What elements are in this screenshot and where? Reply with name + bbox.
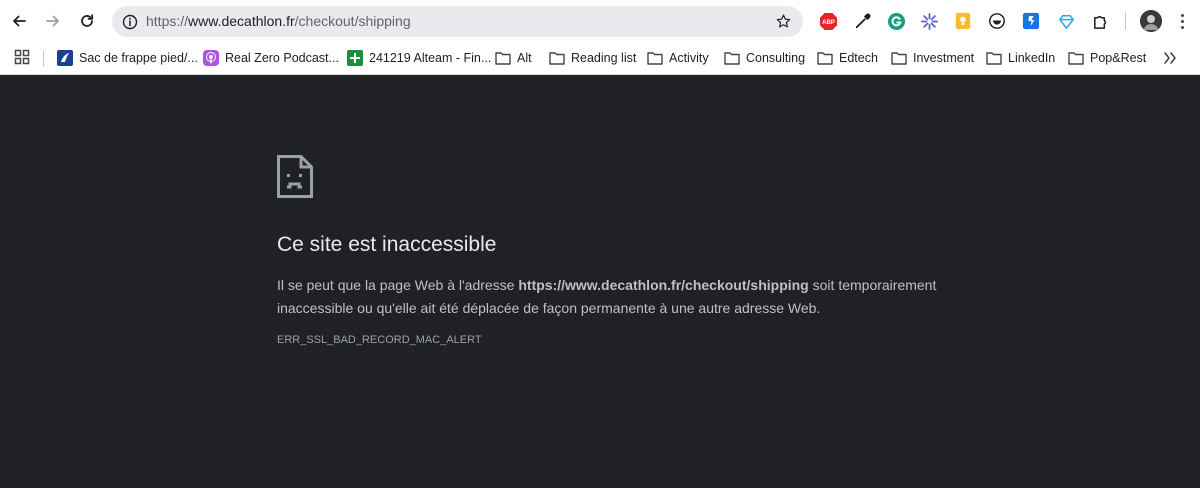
menu-dot-icon	[1180, 19, 1184, 23]
address-bar[interactable]: https://www.decathlon.fr/checkout/shippi…	[112, 6, 803, 37]
menu-dot-icon	[1180, 13, 1184, 17]
bookmarks-bar: Sac de frappe pied/... Real Zero Podcast…	[0, 42, 1200, 75]
sac-favicon	[57, 50, 73, 66]
reload-icon	[81, 14, 94, 27]
profile-avatar[interactable]	[1140, 10, 1162, 32]
apps-grid-icon[interactable]	[14, 49, 30, 65]
bookmark-folder-alt[interactable]: Alt	[495, 47, 532, 69]
bookmarks-divider	[43, 51, 44, 67]
bookmark-label: Alt	[517, 51, 532, 65]
extensions-button[interactable]	[1089, 10, 1111, 32]
keep-icon	[955, 12, 971, 30]
sheets-favicon	[347, 50, 363, 66]
toolbar-divider	[1125, 12, 1126, 30]
info-icon	[122, 14, 137, 29]
eyedropper-extension[interactable]	[852, 10, 874, 32]
url-path: /checkout/shipping	[294, 13, 411, 29]
menu-dot-icon	[1180, 25, 1184, 29]
bookmark-alteam-sheet[interactable]: 241219 Alteam - Fin...	[347, 47, 491, 69]
bookmark-real-zero-podcast[interactable]: Real Zero Podcast...	[203, 47, 339, 69]
forward-button[interactable]	[37, 5, 69, 37]
folder-icon	[549, 50, 565, 66]
folder-icon	[724, 50, 740, 66]
url-prefix: https://	[146, 13, 189, 29]
bookmark-label: Edtech	[839, 51, 878, 65]
avatar-image	[1140, 10, 1162, 32]
error-description: Il se peut que la page Web à l'adresse h…	[277, 274, 937, 320]
url-text[interactable]: https://www.decathlon.fr/checkout/shippi…	[146, 13, 411, 29]
abp-label: ABP	[822, 19, 835, 26]
gem-extension[interactable]	[1055, 10, 1077, 32]
pocket-icon	[989, 13, 1005, 29]
bookmark-label: Real Zero Podcast...	[225, 51, 339, 65]
browser-menu-button[interactable]	[1172, 9, 1192, 33]
url-host: www.decathlon.fr	[188, 13, 295, 29]
more-bookmarks-chevron-icon[interactable]	[1162, 50, 1178, 66]
abp-extension[interactable]: ABP	[817, 10, 839, 32]
folder-icon	[1068, 50, 1084, 66]
site-info-button[interactable]	[116, 8, 143, 35]
forward-arrow-icon	[46, 15, 59, 27]
bolt-icon	[1022, 12, 1040, 30]
folder-icon	[891, 50, 907, 66]
folder-icon	[986, 50, 1002, 66]
bookmark-sac-de-frappe[interactable]: Sac de frappe pied/...	[57, 47, 198, 69]
pocket-extension[interactable]	[986, 10, 1008, 32]
bookmark-label: Reading list	[571, 51, 637, 65]
eyedropper-icon	[855, 13, 871, 29]
back-button[interactable]	[3, 5, 35, 37]
puzzle-icon	[1093, 15, 1106, 29]
bookmark-label: Sac de frappe pied/...	[79, 51, 198, 65]
podcast-favicon	[203, 50, 219, 66]
sad-page-icon	[277, 155, 313, 198]
error-title: Ce site est inaccessible	[277, 233, 497, 256]
bookmark-label: Investment	[913, 51, 975, 65]
folder-icon	[647, 50, 663, 66]
bookmark-folder-investment[interactable]: Investment	[891, 47, 974, 69]
folder-icon	[495, 50, 511, 66]
bookmark-label: Activity	[669, 51, 709, 65]
bookmark-label: Consulting	[746, 51, 806, 65]
bolt-extension[interactable]	[1020, 10, 1042, 32]
bookmark-label: Pop&Rest	[1090, 51, 1147, 65]
error-url: https://www.decathlon.fr/checkout/shippi…	[518, 277, 809, 293]
bookmark-folder-activity[interactable]: Activity	[647, 47, 709, 69]
keep-extension[interactable]	[952, 10, 974, 32]
bookmark-folder-edtech[interactable]: Edtech	[817, 47, 878, 69]
reload-button[interactable]	[71, 5, 103, 37]
error-text-before: Il se peut que la page Web à l'adresse	[277, 277, 519, 293]
grammarly-icon	[887, 12, 905, 30]
star-icon	[776, 14, 791, 28]
bookmark-label: 241219 Alteam - Fin...	[369, 51, 492, 65]
error-code: ERR_SSL_BAD_RECORD_MAC_ALERT	[277, 334, 482, 346]
bookmark-label: LinkedIn	[1008, 51, 1056, 65]
folder-icon	[817, 50, 833, 66]
sparkle-icon	[920, 12, 938, 30]
browser-toolbar: https://www.decathlon.fr/checkout/shippi…	[0, 0, 1200, 42]
bookmark-folder-pop-rest[interactable]: Pop&Rest	[1068, 47, 1146, 69]
bookmark-folder-consulting[interactable]: Consulting	[724, 47, 805, 69]
bookmark-folder-reading-list[interactable]: Reading list	[549, 47, 636, 69]
abp-icon: ABP	[819, 12, 837, 30]
sparkle-extension[interactable]	[918, 10, 940, 32]
gem-icon	[1058, 14, 1074, 29]
bookmark-folder-linkedin[interactable]: LinkedIn	[986, 47, 1055, 69]
bookmark-star-button[interactable]	[770, 8, 797, 35]
grammarly-extension[interactable]	[885, 10, 907, 32]
back-arrow-icon	[13, 15, 26, 27]
